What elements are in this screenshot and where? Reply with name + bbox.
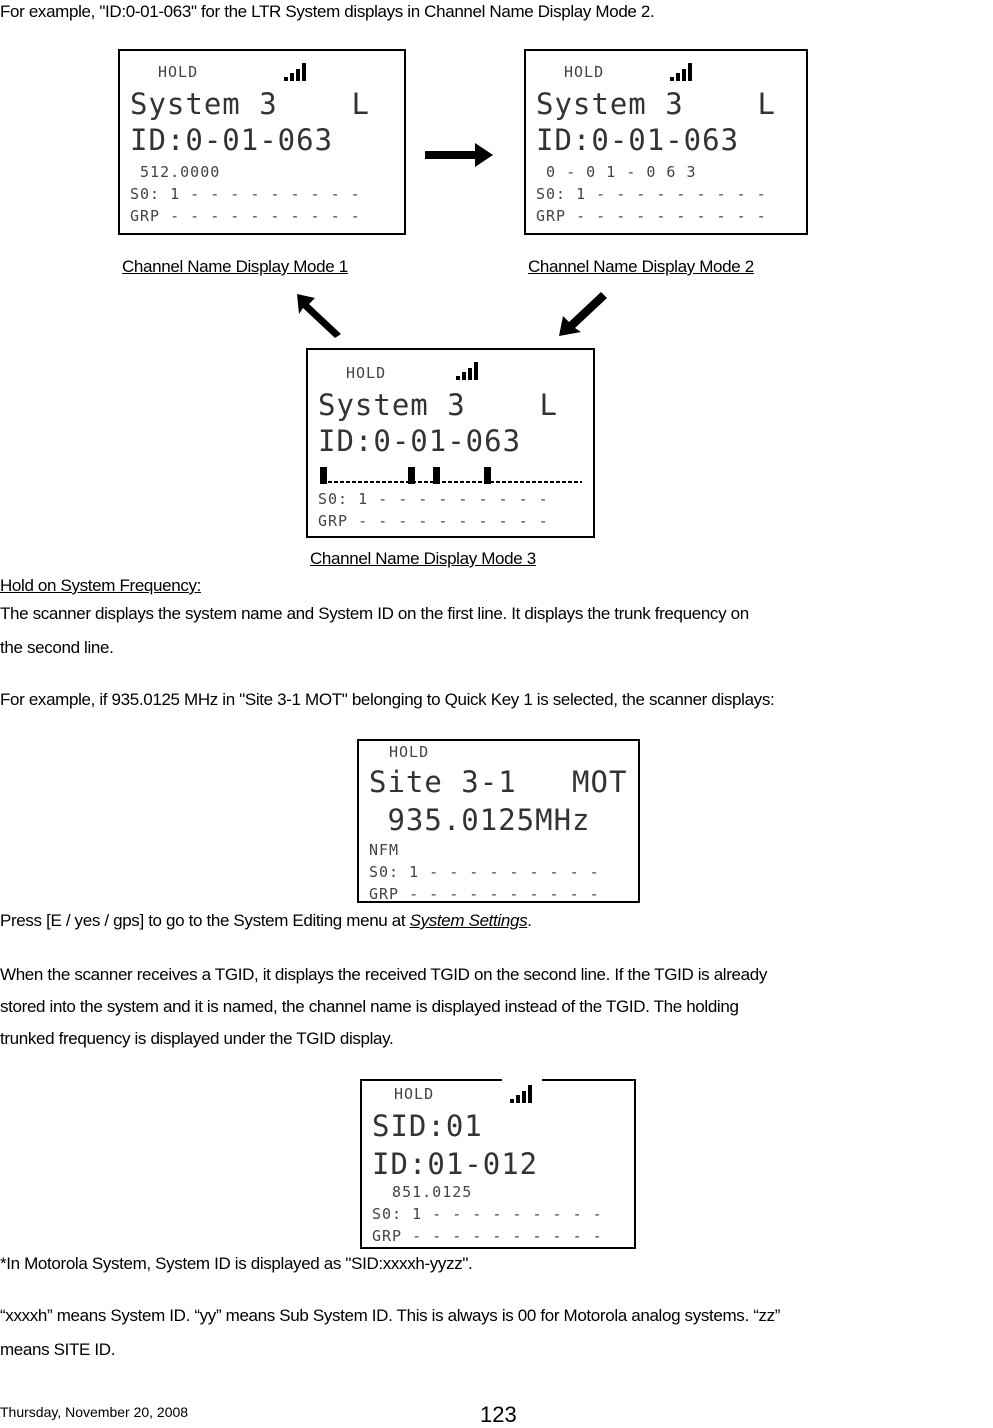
lcd-line-4: S0: 1 - - - - - - - - - bbox=[369, 863, 600, 881]
paragraph-2: For example, if 935.0125 MHz in "Site 3-… bbox=[0, 690, 775, 709]
signal-strength-icon bbox=[510, 1083, 538, 1103]
lcd-line-1: System 3 L bbox=[318, 388, 558, 422]
lcd-line-4: S0: 1 - - - - - - - - - bbox=[318, 490, 549, 508]
page-number: 123 bbox=[480, 1402, 517, 1427]
lcd-line-1: Site 3-1 MOT bbox=[369, 765, 628, 799]
paragraph-3-line-1: When the scanner receives a TGID, it dis… bbox=[0, 965, 768, 984]
hold-indicator: HOLD bbox=[346, 364, 387, 382]
lcd-display-mode-2: HOLD System 3 L ID:0-01-063 0 - 0 1 - 0 … bbox=[524, 49, 808, 235]
lcd-display-mode-3: HOLD System 3 L ID:0-01-063 S0: 1 - - - … bbox=[306, 348, 595, 538]
lcd-line-2: 935.0125MHz bbox=[369, 803, 591, 837]
lcd-line-1: System 3 L bbox=[130, 87, 370, 121]
arrow-right-icon bbox=[425, 143, 493, 167]
lcd-line-1: System 3 L bbox=[536, 87, 776, 121]
lcd-line-2: ID:01-012 bbox=[372, 1147, 539, 1181]
signal-strength-icon bbox=[456, 360, 484, 380]
hold-indicator: HOLD bbox=[389, 743, 430, 761]
press-instruction-suffix: . bbox=[527, 911, 532, 930]
note-1: *In Motorola System, System ID is displa… bbox=[0, 1254, 473, 1273]
press-instruction: Press [E / yes / gps] to go to the Syste… bbox=[0, 911, 532, 931]
lcd-line-2: ID:0-01-063 bbox=[536, 123, 740, 157]
lcd-line-3: NFM bbox=[369, 841, 400, 859]
lcd-display-sid: HOLD SID:01 ID:01-012 851.0125 S0: 1 - -… bbox=[360, 1078, 636, 1249]
paragraph-1-line-1: The scanner displays the system name and… bbox=[0, 604, 749, 623]
hold-indicator: HOLD bbox=[564, 63, 605, 81]
caption-mode-1: Channel Name Display Mode 1 bbox=[122, 257, 348, 276]
arrow-up-left-icon bbox=[297, 294, 341, 338]
signal-strength-icon bbox=[284, 61, 312, 81]
hold-indicator: HOLD bbox=[158, 63, 199, 81]
lcd-line-3: 851.0125 bbox=[372, 1183, 473, 1201]
lcd-line-4: S0: 1 - - - - - - - - - bbox=[372, 1205, 603, 1223]
caption-mode-2: Channel Name Display Mode 2 bbox=[528, 257, 754, 276]
paragraph-3-line-3: trunked frequency is displayed under the… bbox=[0, 1029, 394, 1048]
intro-text: For example, "ID:0-01-063" for the LTR S… bbox=[0, 2, 655, 21]
lcd-line-2: ID:0-01-063 bbox=[318, 424, 522, 458]
lcd-line-5: GRP - - - - - - - - - - bbox=[318, 512, 549, 530]
lcd-display-site: HOLD Site 3-1 MOT 935.0125MHz NFM S0: 1 … bbox=[357, 739, 640, 903]
lcd-line-5: GRP - - - - - - - - - - bbox=[372, 1227, 603, 1245]
channel-bar-meter bbox=[320, 467, 582, 484]
paragraph-3-line-2: stored into the system and it is named, … bbox=[0, 997, 739, 1016]
signal-strength-icon bbox=[670, 61, 698, 81]
caption-mode-3: Channel Name Display Mode 3 bbox=[310, 549, 536, 568]
paragraph-1-line-2: the second line. bbox=[0, 638, 114, 657]
system-settings-link[interactable]: System Settings bbox=[410, 911, 528, 930]
hold-indicator: HOLD bbox=[394, 1085, 435, 1103]
lcd-line-4: S0: 1 - - - - - - - - - bbox=[536, 185, 767, 203]
arrow-down-left-icon bbox=[559, 292, 607, 336]
lcd-display-mode-1: HOLD System 3 L ID:0-01-063 512.0000 S0:… bbox=[118, 49, 406, 235]
lcd-line-1: SID:01 bbox=[372, 1109, 483, 1143]
lcd-line-5: GRP - - - - - - - - - - bbox=[130, 207, 361, 225]
lcd-line-3: 0 - 0 1 - 0 6 3 bbox=[536, 163, 697, 181]
lcd-line-3: 512.0000 bbox=[130, 163, 221, 181]
lcd-line-5: GRP - - - - - - - - - - bbox=[536, 207, 767, 225]
lcd-line-2: ID:0-01-063 bbox=[130, 123, 334, 157]
section-heading: Hold on System Frequency: bbox=[0, 576, 202, 595]
press-instruction-text: Press [E / yes / gps] to go to the Syste… bbox=[0, 911, 410, 930]
note-2-line-1: “xxxxh” means System ID. “yy” means Sub … bbox=[0, 1306, 781, 1325]
lcd-line-5: GRP - - - - - - - - - - bbox=[369, 885, 600, 903]
footer-date: Thursday, November 20, 2008 bbox=[0, 1404, 189, 1420]
lcd-line-4: S0: 1 - - - - - - - - - bbox=[130, 185, 361, 203]
note-2-line-2: means SITE ID. bbox=[0, 1340, 116, 1359]
